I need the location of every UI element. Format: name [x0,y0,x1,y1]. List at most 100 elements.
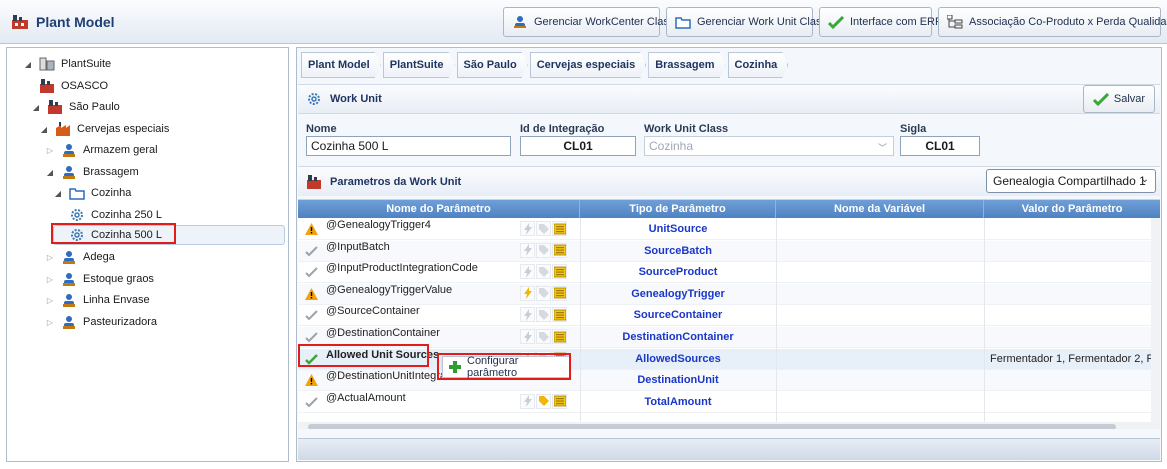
save-label: Salvar [1113,93,1146,105]
parameters-section-title: Parametros da Work Unit [330,175,462,188]
breadcrumb-item[interactable]: Brassagem [648,52,725,78]
scrollbar-thumb[interactable] [308,424,1116,429]
manage-work-unit-class-button[interactable]: Gerenciar Work Unit Class [666,7,827,37]
checkmark-icon [828,15,844,29]
tag-icon[interactable] [536,307,551,323]
expanded-arrow-icon[interactable]: ◢ [39,125,49,134]
table-row[interactable]: @ActualAmount TotalAmount [298,392,1151,413]
lightning-icon[interactable] [520,329,535,344]
lightning-icon[interactable] [520,307,535,323]
tree-item-label: Estoque graos [83,273,154,285]
breadcrumb-item[interactable]: PlantSuite [383,52,455,78]
users-icon [512,15,528,29]
table-row[interactable]: @GenealogyTrigger4 UnitSource [298,219,1151,240]
expanded-arrow-icon[interactable]: ◢ [23,60,33,69]
parameter-type-link[interactable]: AllowedSources [580,353,776,365]
genealogy-dropdown-value: Genealogia Compartilhado 1 [993,174,1146,188]
list-icon[interactable] [552,242,567,258]
list-icon[interactable] [552,221,567,236]
coproduct-association-button[interactable]: Associação Co-Produto x Perda Qualidade [938,7,1167,37]
parameter-type-link[interactable]: SourceContainer [580,309,776,321]
tree-item-pasteurizadora[interactable]: ▷ Pasteurizadora [45,312,157,332]
collapsed-arrow-icon[interactable]: ▷ [45,253,55,262]
save-button[interactable]: Salvar [1083,85,1155,113]
gear-icon [69,207,85,223]
collapsed-arrow-icon[interactable]: ▷ [45,275,55,284]
breadcrumb-item[interactable]: Cozinha [728,52,789,78]
breadcrumb-item[interactable]: São Paulo [457,52,528,78]
collapsed-arrow-icon[interactable]: ▷ [45,318,55,327]
expanded-arrow-icon[interactable]: ◢ [53,189,63,198]
collapsed-arrow-icon[interactable]: ▷ [45,146,55,155]
integration-id-label: Id de Integração [520,123,605,135]
lightning-icon[interactable] [520,221,535,236]
chevron-down-icon: ⌄ [1140,174,1149,185]
sigla-field[interactable]: CL01 [900,136,980,156]
tag-icon[interactable] [536,264,551,280]
horizontal-scrollbar[interactable] [298,422,1160,429]
workcenter-icon [61,164,77,180]
list-icon[interactable] [552,393,567,409]
tree-item-linha-envase[interactable]: ▷ Linha Envase [45,290,150,310]
tag-icon[interactable] [536,329,551,344]
workcenter-icon [61,292,77,308]
column-header-name[interactable]: Nome do Parâmetro [298,200,580,218]
list-icon[interactable] [552,329,567,344]
list-icon[interactable] [552,285,567,301]
parameters-grid: Nome do Parâmetro Tipo de Parâmetro Nome… [298,199,1160,429]
parameter-type-link[interactable]: TotalAmount [580,396,776,408]
column-header-value[interactable]: Valor do Parâmetro [984,200,1160,218]
tree-item-cervejas-especiais[interactable]: ◢ Cervejas especiais [39,119,169,139]
tree-item-sao-paulo[interactable]: ◢ São Paulo [31,97,120,117]
work-unit-section-header: Work Unit [298,84,1160,114]
genealogy-dropdown[interactable]: Genealogia Compartilhado 1 ⌄ [986,169,1156,193]
check-icon [304,308,318,322]
tag-icon[interactable] [536,393,551,409]
tree-item-cozinha[interactable]: ◢ Cozinha [53,183,131,203]
expanded-arrow-icon[interactable]: ◢ [31,103,41,112]
table-row[interactable]: @DestinationUnitIntegrat DestinationUnit [298,370,1151,392]
highlight-box [51,223,176,244]
breadcrumb-item[interactable]: Plant Model [301,52,381,78]
lightning-icon[interactable] [520,242,535,258]
expanded-arrow-icon[interactable]: ◢ [45,168,55,177]
parameter-type-link[interactable]: SourceBatch [580,245,776,257]
table-row[interactable]: @InputBatch SourceBatch [298,240,1151,262]
nome-field[interactable]: Cozinha 500 L [306,136,511,156]
integration-id-field[interactable]: CL01 [520,136,636,156]
tree-item-armazem-geral[interactable]: ▷ Armazem geral [45,140,158,160]
parameter-type-link[interactable]: DestinationContainer [580,331,776,343]
lightning-icon[interactable] [520,285,535,301]
table-row[interactable]: @InputProductIntegrationCode SourceProduc… [298,262,1151,284]
parameter-type-link[interactable]: GenealogyTrigger [580,288,776,300]
tree-item-adega[interactable]: ▷ Adega [45,247,115,267]
tree-item-brassagem[interactable]: ◢ Brassagem [45,162,139,182]
table-row[interactable]: @SourceContainer SourceContainer [298,305,1151,327]
lightning-icon[interactable] [520,264,535,280]
tag-icon[interactable] [536,221,551,236]
column-header-variable[interactable]: Nome da Variável [776,200,984,218]
breadcrumb-item[interactable]: Cervejas especiais [530,52,646,78]
manage-workcenter-class-button[interactable]: Gerenciar WorkCenter Class [503,7,674,37]
lightning-icon[interactable] [520,393,535,409]
list-icon[interactable] [552,307,567,323]
tag-icon[interactable] [536,242,551,258]
tree-item-cozinha-250[interactable]: Cozinha 250 L [69,205,162,225]
table-row[interactable]: @GenealogyTriggerValue GenealogyTrigger [298,283,1151,305]
vertical-scrollbar[interactable] [1151,218,1160,422]
parameter-type-link[interactable]: SourceProduct [580,266,776,278]
tree-item-label: PlantSuite [61,58,112,70]
parameter-type-link[interactable]: DestinationUnit [580,374,776,386]
tree-item-estoque-graos[interactable]: ▷ Estoque graos [45,269,154,289]
column-divider [580,218,581,422]
erp-interface-button[interactable]: Interface com ERP [819,7,942,37]
collapsed-arrow-icon[interactable]: ▷ [45,296,55,305]
column-header-type[interactable]: Tipo de Parâmetro [580,200,776,218]
tag-icon[interactable] [536,285,551,301]
parameter-type-link[interactable]: UnitSource [580,223,776,235]
work-unit-class-select[interactable]: Cozinha ﹀ [644,136,894,156]
list-icon[interactable] [552,264,567,280]
tree-item-osasco[interactable]: OSASCO [39,76,108,96]
tree-item-plantsuite[interactable]: ◢ PlantSuite [23,54,111,74]
tree-item-label: Cervejas especiais [77,123,170,135]
